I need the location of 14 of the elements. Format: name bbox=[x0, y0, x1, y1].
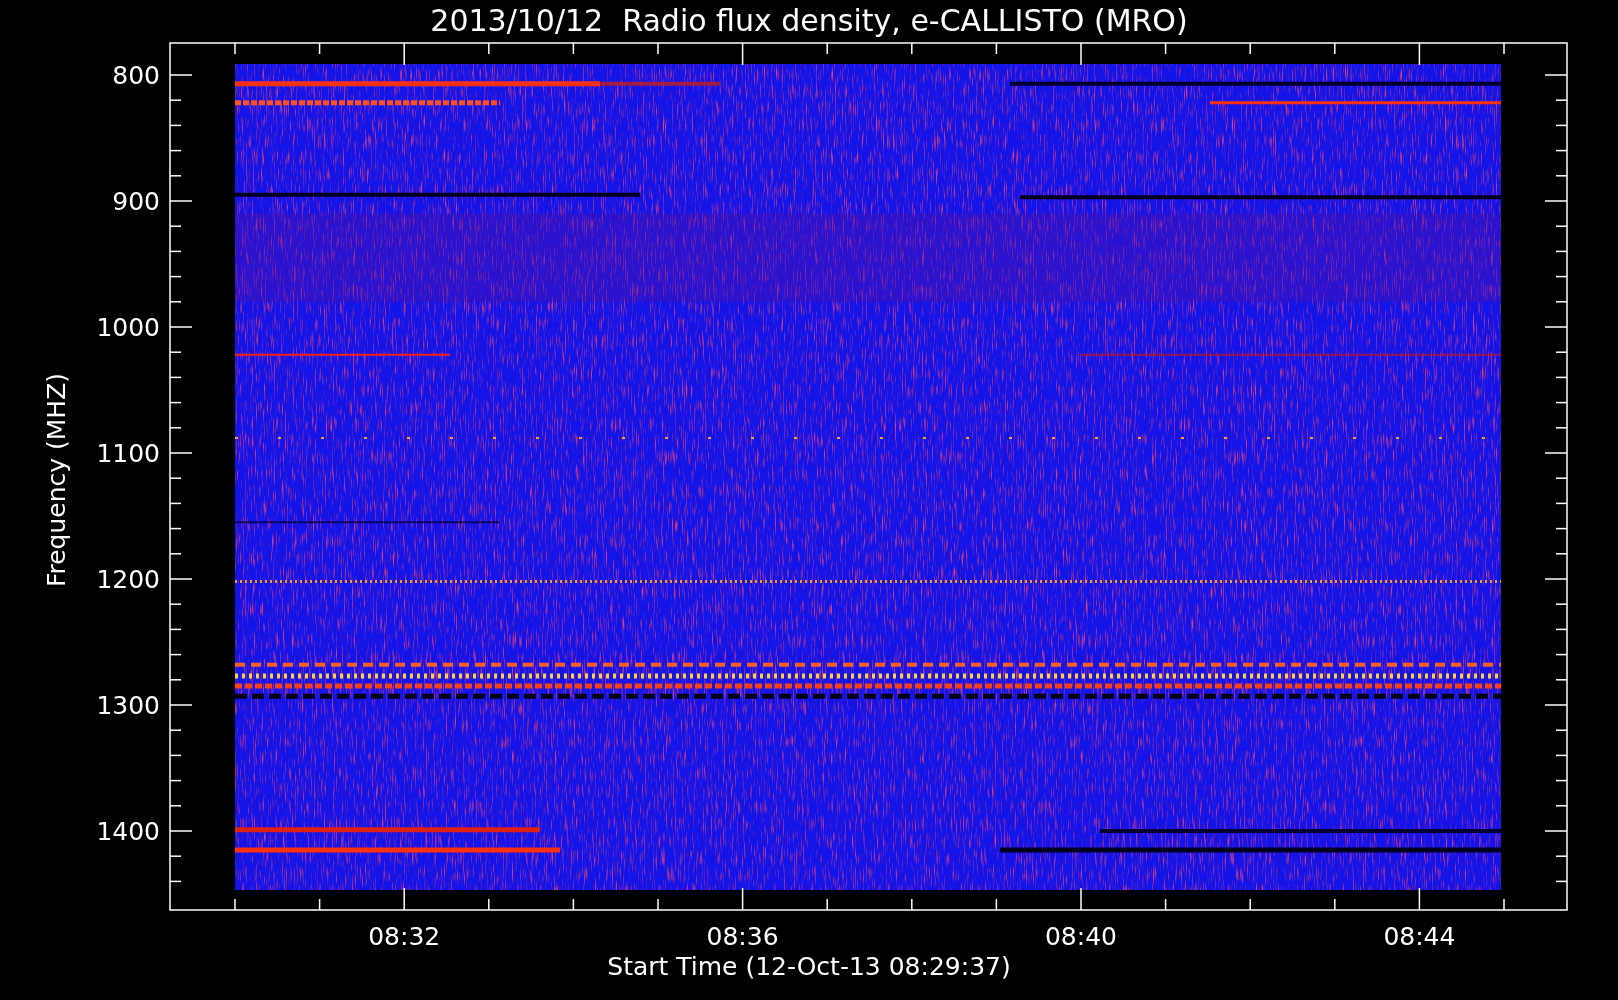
axis-label: Frequency (MHZ) bbox=[42, 372, 71, 588]
tick-label: 1300 bbox=[96, 691, 160, 720]
axis-label: Start Time (12-Oct-13 08:29:37) bbox=[607, 952, 1011, 981]
tick-label: 1100 bbox=[96, 439, 160, 468]
tick-label: 900 bbox=[112, 187, 160, 216]
tick-label: 1000 bbox=[96, 313, 160, 342]
tick-label: 1200 bbox=[96, 565, 160, 594]
tick-label: 1400 bbox=[96, 817, 160, 846]
tick-label: 08:40 bbox=[1045, 922, 1117, 951]
tick-label: 08:44 bbox=[1383, 922, 1456, 951]
tick-label: 800 bbox=[112, 61, 160, 90]
tick-label: 08:32 bbox=[368, 922, 441, 951]
tick-label: 08:36 bbox=[706, 922, 779, 951]
chart-title: 2013/10/12 Radio flux density, e-CALLISTO (MRO) bbox=[430, 3, 1188, 38]
